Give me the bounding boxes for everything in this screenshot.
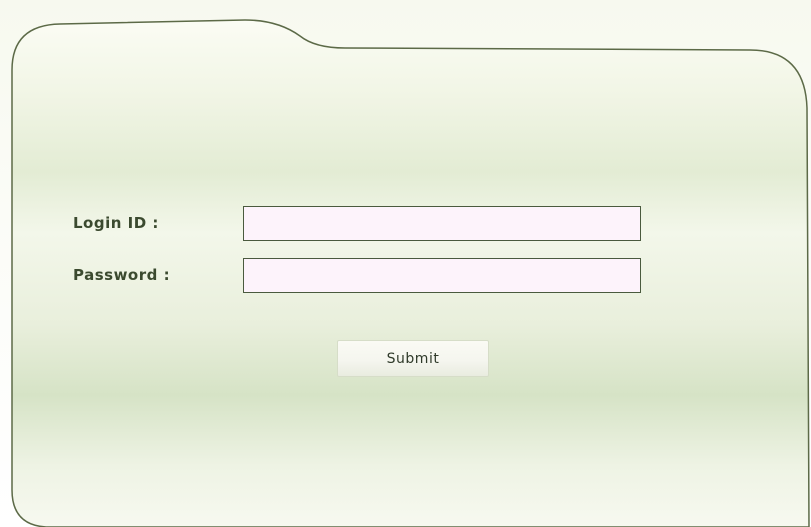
login-id-input[interactable] [243,206,641,241]
submit-button[interactable]: Submit [337,340,489,377]
password-input[interactable] [243,258,641,293]
login-page: Login ID : Password : Submit [0,0,811,527]
login-id-label: Login ID : [73,214,159,232]
password-label: Password : [73,266,171,284]
